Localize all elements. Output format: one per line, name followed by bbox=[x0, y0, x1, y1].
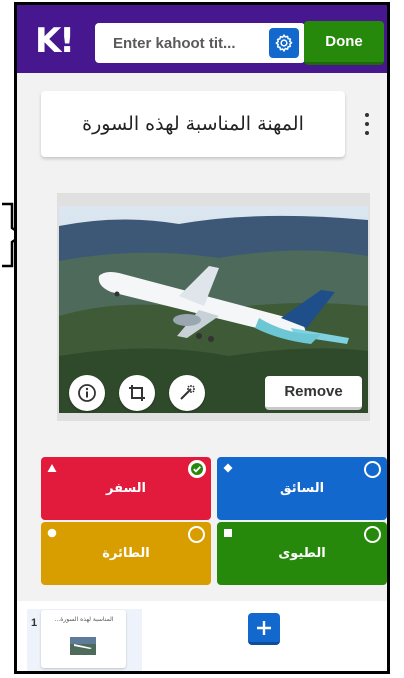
effects-button[interactable] bbox=[169, 375, 205, 411]
answer-text: السائق bbox=[279, 481, 325, 496]
slide-number: 1 bbox=[31, 617, 38, 629]
gear-icon bbox=[275, 34, 293, 52]
answer-text: السفر bbox=[106, 481, 147, 496]
answer-2[interactable]: السائق bbox=[217, 457, 387, 520]
info-button[interactable] bbox=[69, 375, 105, 411]
answer-1[interactable]: السفر bbox=[41, 457, 211, 520]
magic-wand-icon bbox=[180, 385, 195, 400]
answer-3[interactable]: الطائرة bbox=[41, 522, 211, 585]
info-icon bbox=[78, 384, 96, 402]
answer-text: الطيوى bbox=[278, 546, 326, 561]
remove-image-button[interactable]: Remove bbox=[265, 376, 362, 410]
slide-thumbnail[interactable]: ...المناسبة لهذه السورة bbox=[41, 610, 126, 668]
slide-panel: 1 ...المناسبة لهذه السورة bbox=[17, 601, 387, 671]
question-input[interactable]: المهنة المناسبة لهذه السورة bbox=[41, 91, 345, 157]
correct-toggle[interactable] bbox=[188, 526, 205, 543]
kahoot-title-input[interactable] bbox=[95, 23, 261, 63]
correct-check-icon[interactable] bbox=[188, 460, 206, 478]
crop-button[interactable] bbox=[119, 375, 155, 411]
triangle-icon bbox=[47, 464, 57, 472]
diamond-icon bbox=[223, 463, 233, 473]
plus-icon bbox=[257, 620, 271, 635]
correct-toggle[interactable] bbox=[364, 526, 381, 543]
settings-button[interactable] bbox=[269, 28, 299, 58]
slide-title: ...المناسبة لهذه السورة bbox=[54, 616, 114, 623]
add-slide-button[interactable] bbox=[248, 613, 280, 645]
answer-text: الطائرة bbox=[102, 546, 150, 561]
phone-frame: K! Done المهنة المناسبة لهذه السورة bbox=[14, 2, 390, 674]
top-bar: K! Done bbox=[17, 5, 387, 73]
circle-icon bbox=[47, 528, 57, 538]
kahoot-title-field[interactable] bbox=[95, 23, 305, 63]
crop-icon bbox=[129, 385, 145, 401]
done-button[interactable]: Done bbox=[304, 21, 384, 65]
kahoot-logo: K! bbox=[35, 21, 75, 61]
square-icon bbox=[224, 529, 232, 537]
more-options-icon[interactable] bbox=[360, 111, 374, 137]
correct-toggle[interactable] bbox=[364, 461, 381, 478]
answer-4[interactable]: الطيوى bbox=[217, 522, 387, 585]
slide-image-icon bbox=[70, 637, 96, 655]
